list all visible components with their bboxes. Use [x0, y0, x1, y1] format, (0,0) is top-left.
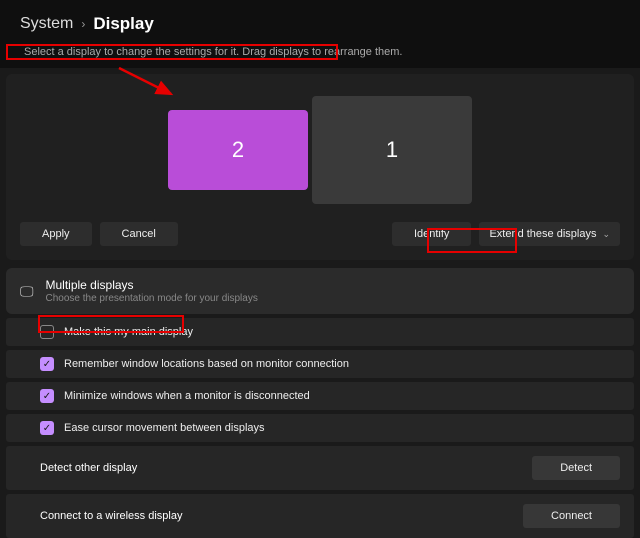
checkbox-remember[interactable]: ✓	[40, 357, 54, 371]
checkbox-main-display[interactable]	[40, 325, 54, 339]
multiple-displays-section: 🖵 Multiple displays Choose the presentat…	[6, 268, 634, 314]
connect-button[interactable]: Connect	[523, 504, 620, 528]
option-label: Remember window locations based on monit…	[64, 358, 349, 370]
checkbox-minimize[interactable]: ✓	[40, 389, 54, 403]
section-subtitle: Choose the presentation mode for your di…	[46, 293, 258, 304]
section-title: Multiple displays	[46, 278, 258, 292]
option-remember-windows[interactable]: ✓ Remember window locations based on mon…	[6, 350, 634, 378]
breadcrumb-parent[interactable]: System	[20, 15, 73, 33]
breadcrumb-current: Display	[93, 14, 153, 34]
instruction-text: Select a display to change the settings …	[20, 44, 620, 60]
detect-display-row: Detect other display Detect	[6, 446, 634, 490]
breadcrumb: System › Display	[20, 14, 620, 34]
extend-dropdown[interactable]: Extend these displays ⌄	[479, 222, 620, 246]
option-ease-cursor[interactable]: ✓ Ease cursor movement between displays	[6, 414, 634, 442]
display-arrange-area: 2 1 Apply Cancel Identify Extend these d…	[6, 74, 634, 260]
detect-button[interactable]: Detect	[532, 456, 620, 480]
option-minimize-windows[interactable]: ✓ Minimize windows when a monitor is dis…	[6, 382, 634, 410]
option-label: Ease cursor movement between displays	[64, 422, 265, 434]
wireless-display-row: Connect to a wireless display Connect	[6, 494, 634, 538]
identify-button[interactable]: Identify	[392, 222, 471, 246]
display-1[interactable]: 1	[312, 96, 472, 204]
option-label: Make this my main display	[64, 326, 193, 338]
chevron-right-icon: ›	[81, 17, 85, 31]
chevron-down-icon: ⌄	[602, 229, 610, 240]
option-label: Minimize windows when a monitor is disco…	[64, 390, 310, 402]
cancel-button[interactable]: Cancel	[100, 222, 178, 246]
option-main-display[interactable]: Make this my main display	[6, 318, 634, 346]
checkbox-cursor[interactable]: ✓	[40, 421, 54, 435]
detect-label: Detect other display	[40, 462, 137, 474]
extend-label: Extend these displays	[489, 228, 596, 240]
apply-button[interactable]: Apply	[20, 222, 92, 246]
monitor-icon: 🖵	[20, 283, 34, 300]
display-2[interactable]: 2	[168, 110, 308, 190]
